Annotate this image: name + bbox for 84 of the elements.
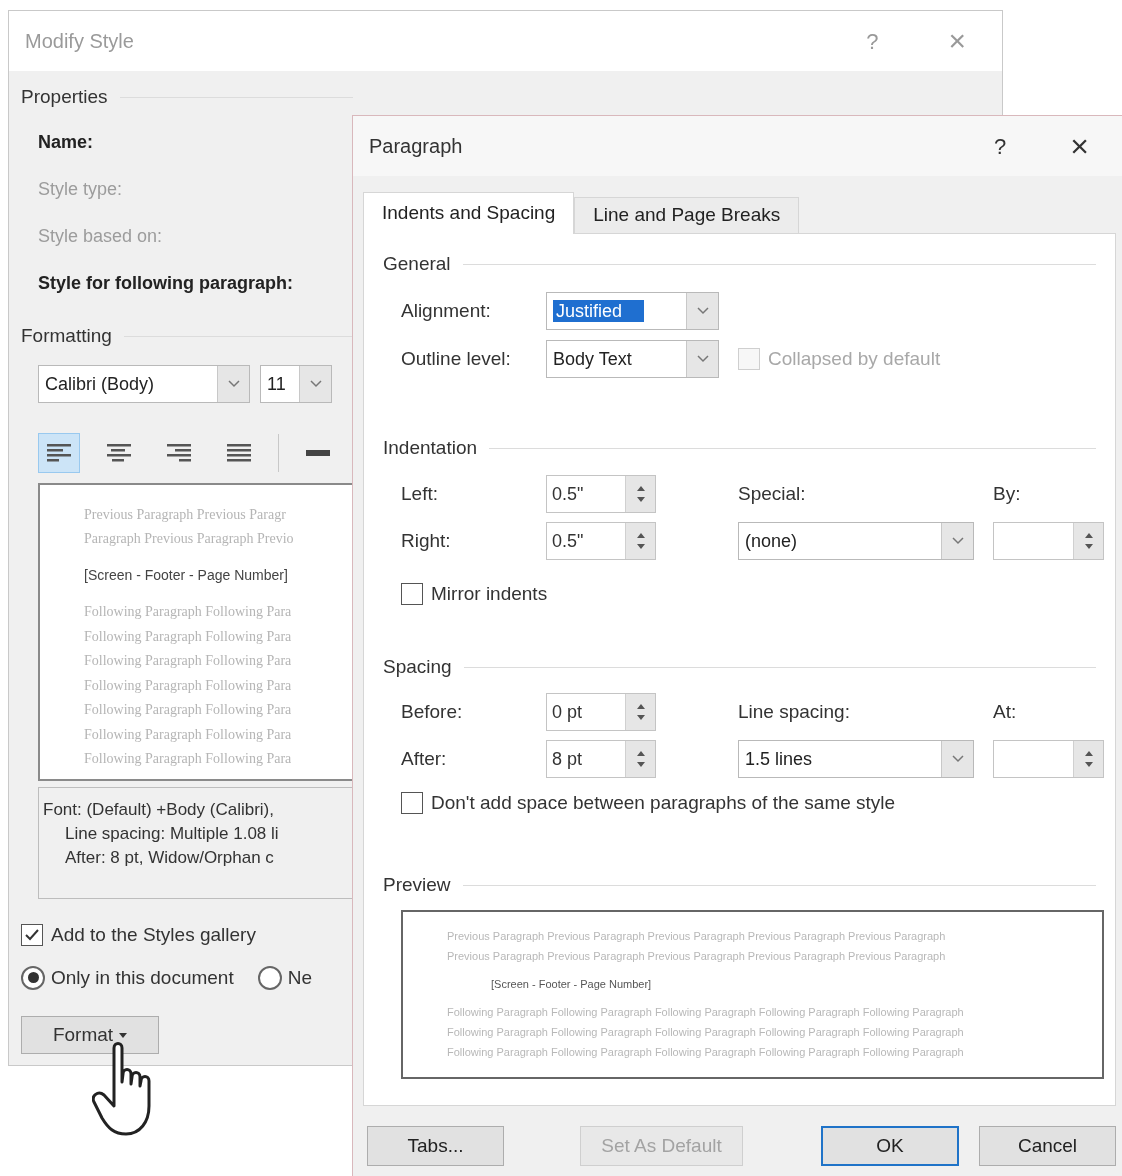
group-heading: Preview <box>383 872 451 897</box>
preview-text: Following Paragraph Following Para <box>84 627 293 646</box>
checkbox-label: Collapsed by default <box>768 346 941 371</box>
field-label: Style for following paragraph: <box>38 272 293 295</box>
group-heading: General <box>383 251 451 276</box>
radio-button[interactable] <box>21 965 45 990</box>
spin-box[interactable]: 0.5" <box>546 475 656 513</box>
chevron-down-icon <box>695 354 710 364</box>
dialog-button[interactable]: OK <box>821 1126 959 1166</box>
field-label: Style type: <box>38 178 123 201</box>
font-dropdown[interactable]: Calibri (Body) <box>38 365 250 403</box>
group-heading: Indentation <box>383 435 478 460</box>
description-text: Font: (Default) +Body (Calibri), <box>43 799 275 821</box>
preview-text: [Screen - Footer - Page Number] <box>490 977 653 992</box>
help-button[interactable]: ? <box>994 129 1007 163</box>
field-label: Style based on: <box>38 225 163 248</box>
radio-label: Ne <box>287 965 312 990</box>
preview-text: Previous Paragraph Previous Paragraph Previous Paragraph Previous Paragraph Previous Paragraph <box>447 929 947 944</box>
field-label: Special: <box>738 481 807 506</box>
format-button[interactable]: Format <box>21 1016 159 1054</box>
preview-text: Previous Paragraph Previous Paragraph Previous Paragraph Previous Paragraph Previous Paragraph <box>447 949 947 964</box>
preview-text: Following Paragraph Following Paragraph Following Paragraph Following Paragraph Following Paragraph <box>447 1045 965 1060</box>
align-left-icon <box>45 442 73 464</box>
spin-box[interactable]: 0 pt <box>546 693 656 731</box>
window-title: Paragraph <box>369 134 464 159</box>
preview-text: Following Paragraph Following Para <box>84 750 293 768</box>
preview-text: Following Paragraph Following Paragraph Following Paragraph Following Paragraph Following Paragraph <box>447 1025 965 1040</box>
preview-text: Following Paragraph Following Para <box>84 701 293 719</box>
line-spacing-icon <box>306 448 330 458</box>
field-label: Before: <box>401 699 464 724</box>
description-text: After: 8 pt, Widow/Orphan c <box>64 847 275 869</box>
preview-text: Following Paragraph Following Para <box>84 676 293 695</box>
dialog-button[interactable]: Tabs... <box>367 1126 504 1166</box>
chevron-down-icon <box>695 306 710 316</box>
special-dropdown[interactable]: (none) <box>738 522 974 560</box>
field-label: Alignment: <box>401 298 492 323</box>
checkbox-label: Add to the Styles gallery <box>51 923 256 947</box>
alignment-dropdown[interactable]: Justified <box>546 292 719 330</box>
field-label: At: <box>993 699 1018 724</box>
align-justify-icon <box>225 442 253 464</box>
description-text: Line spacing: Multiple 1.08 li <box>64 823 280 845</box>
field-label: Right: <box>401 528 452 553</box>
spin-box[interactable]: 0.5" <box>546 522 656 560</box>
spin-box[interactable]: 8 pt <box>546 740 656 778</box>
dialog-button[interactable]: Cancel <box>979 1126 1116 1166</box>
preview-text: Previous Paragraph Previous Paragr <box>84 506 287 524</box>
preview-text: Following Paragraph Following Para <box>84 725 293 744</box>
radio-button[interactable] <box>257 965 282 990</box>
group-heading: Properties <box>21 84 108 109</box>
line-spacing-dropdown[interactable]: 1.5 lines <box>738 740 974 778</box>
chevron-down-icon <box>950 536 965 546</box>
field-label: Name: <box>38 131 94 154</box>
align-button[interactable] <box>38 433 80 473</box>
checkbox[interactable] <box>401 583 423 605</box>
chevron-down-icon <box>226 379 241 389</box>
chevron-down-icon <box>950 754 965 764</box>
radio-label: Only in this document <box>51 965 234 990</box>
checkbox[interactable] <box>401 792 423 814</box>
field-label: After: <box>401 746 448 771</box>
close-button[interactable]: × <box>1070 130 1089 162</box>
field-label: By: <box>993 481 1022 506</box>
tab[interactable]: Line and Page Breaks <box>574 197 800 233</box>
field-label: Left: <box>401 481 439 506</box>
checkbox[interactable] <box>21 924 43 947</box>
caret-icon <box>119 1032 128 1038</box>
align-right-icon <box>165 442 193 464</box>
align-center-icon <box>105 442 133 464</box>
preview-text: Following Paragraph Following Para <box>84 652 293 670</box>
preview-text: Following Paragraph Following Para <box>84 603 293 621</box>
checkmark-icon <box>24 928 40 943</box>
chevron-down-icon <box>308 379 323 389</box>
window-title: Modify Style <box>25 29 135 54</box>
size-dropdown[interactable]: 11 <box>260 365 332 403</box>
outline-level-dropdown[interactable]: Body Text <box>546 340 719 378</box>
field-label: Outline level: <box>401 346 512 371</box>
checkbox-label: Mirror indents <box>431 581 548 606</box>
group-heading: Formatting <box>21 323 112 348</box>
tab[interactable]: Indents and Spacing <box>363 192 575 234</box>
preview-text: [Screen - Footer - Page Number] <box>84 566 289 585</box>
group-heading: Spacing <box>383 654 452 679</box>
field-label: Line spacing: <box>738 699 851 724</box>
checkbox-label: Don't add space between paragraphs of the same style <box>431 790 896 815</box>
preview-text: Following Paragraph Following Paragraph Following Paragraph Following Paragraph Following Paragraph <box>447 1005 965 1020</box>
preview-text: Paragraph Previous Paragraph Previo <box>84 530 295 548</box>
